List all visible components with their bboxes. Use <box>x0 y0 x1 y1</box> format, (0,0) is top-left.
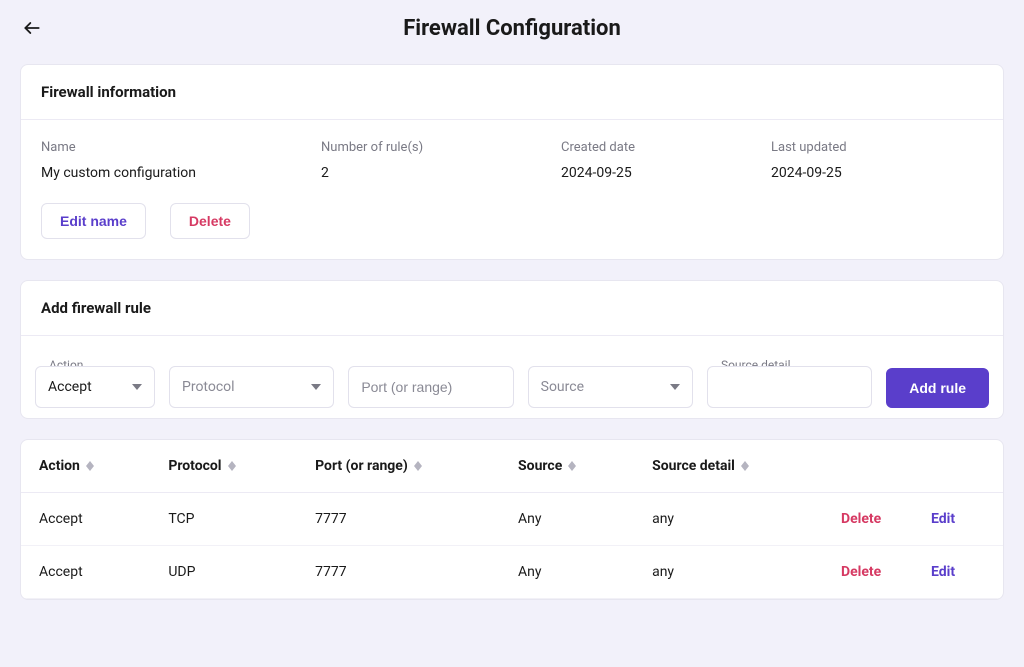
sort-icon <box>741 461 749 471</box>
source-placeholder: Source <box>541 379 584 395</box>
sort-icon <box>414 461 422 471</box>
add-rule-form: Action Accept Protocol Sour <box>21 336 1003 418</box>
firewall-info-buttons: Edit name Delete <box>41 203 983 239</box>
table-header-row: Action Protocol <box>21 440 1003 493</box>
add-rule-card: Add firewall rule Action Accept Protocol <box>20 280 1004 419</box>
protocol-select[interactable]: Protocol <box>169 366 334 408</box>
firewall-info-body: Name Number of rule(s) Created date Last… <box>21 120 1003 259</box>
firewall-info-card: Firewall information Name Number of rule… <box>20 64 1004 260</box>
delete-config-button[interactable]: Delete <box>170 203 250 239</box>
port-input-wrapper <box>348 366 513 408</box>
back-button[interactable] <box>20 16 44 40</box>
firewall-info-title: Firewall information <box>21 65 1003 120</box>
source-detail-field: Source detail <box>707 366 872 408</box>
edit-name-button[interactable]: Edit name <box>41 203 146 239</box>
th-source-detail[interactable]: Source detail <box>634 440 823 493</box>
action-select[interactable]: Accept <box>35 366 155 408</box>
cell-action: Accept <box>21 493 150 546</box>
arrow-left-icon <box>22 18 42 38</box>
rules-table-card: Action Protocol <box>20 439 1004 600</box>
caret-down-icon <box>132 384 142 390</box>
cell-source-detail: any <box>634 546 823 599</box>
value-name: My custom configuration <box>41 165 321 181</box>
th-protocol-label: Protocol <box>168 458 221 474</box>
rules-table: Action Protocol <box>21 440 1003 599</box>
value-updated: 2024-09-25 <box>771 165 983 181</box>
source-select[interactable]: Source <box>528 366 693 408</box>
protocol-select-field: Protocol <box>169 366 334 408</box>
port-input[interactable] <box>361 367 500 407</box>
th-port[interactable]: Port (or range) <box>297 440 500 493</box>
port-input-field <box>348 366 513 408</box>
action-select-field: Action Accept <box>35 366 155 408</box>
label-num-rules: Number of rule(s) <box>321 140 561 155</box>
cell-source: Any <box>500 493 634 546</box>
add-rule-button[interactable]: Add rule <box>886 368 989 408</box>
source-detail-input[interactable] <box>720 367 859 407</box>
th-source-detail-label: Source detail <box>652 458 735 474</box>
row-delete-button[interactable]: Delete <box>841 511 881 527</box>
caret-down-icon <box>311 384 321 390</box>
sort-icon <box>86 461 94 471</box>
sort-icon <box>228 461 236 471</box>
row-edit-button[interactable]: Edit <box>931 511 955 527</box>
cell-port: 7777 <box>297 546 500 599</box>
sort-icon <box>568 461 576 471</box>
caret-down-icon <box>670 384 680 390</box>
cell-action: Accept <box>21 546 150 599</box>
cell-source: Any <box>500 546 634 599</box>
th-source-label: Source <box>518 458 562 474</box>
cell-port: 7777 <box>297 493 500 546</box>
add-rule-title: Add firewall rule <box>21 281 1003 336</box>
value-created: 2024-09-25 <box>561 165 771 181</box>
th-source[interactable]: Source <box>500 440 634 493</box>
protocol-placeholder: Protocol <box>182 379 235 395</box>
firewall-info-grid: Name Number of rule(s) Created date Last… <box>41 140 983 181</box>
label-updated: Last updated <box>771 140 983 155</box>
row-delete-button[interactable]: Delete <box>841 564 881 580</box>
th-port-label: Port (or range) <box>315 458 408 474</box>
th-protocol[interactable]: Protocol <box>150 440 297 493</box>
rules-tbody: Accept TCP 7777 Any any Delete Edit Acce… <box>21 493 1003 599</box>
row-edit-button[interactable]: Edit <box>931 564 955 580</box>
cell-source-detail: any <box>634 493 823 546</box>
cell-protocol: TCP <box>150 493 297 546</box>
label-name: Name <box>41 140 321 155</box>
page-header: Firewall Configuration <box>0 0 1024 56</box>
source-detail-input-wrapper <box>707 366 872 408</box>
cell-protocol: UDP <box>150 546 297 599</box>
th-blank-edit <box>913 440 1003 493</box>
th-action-label: Action <box>39 458 80 474</box>
label-created: Created date <box>561 140 771 155</box>
th-action[interactable]: Action <box>21 440 150 493</box>
value-num-rules: 2 <box>321 165 561 181</box>
th-blank-delete <box>823 440 913 493</box>
page-title: Firewall Configuration <box>403 16 621 41</box>
action-select-value: Accept <box>48 379 92 395</box>
table-row: Accept TCP 7777 Any any Delete Edit <box>21 493 1003 546</box>
source-select-field: Source <box>528 366 693 408</box>
table-row: Accept UDP 7777 Any any Delete Edit <box>21 546 1003 599</box>
